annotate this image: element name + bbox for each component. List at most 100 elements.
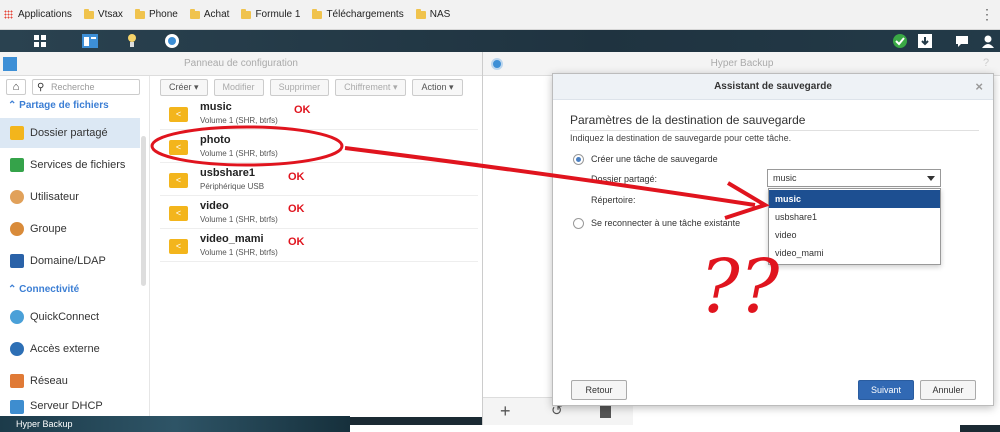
label-reconnect-task: Se reconnecter à une tâche existante: [591, 218, 741, 228]
shared-folder-dropdown[interactable]: music: [767, 169, 941, 187]
hyper-backup-taskbar-icon[interactable]: [162, 32, 182, 50]
ok-annotation: OK: [288, 203, 305, 215]
wizard-heading: Paramètres de la destination de sauvegar…: [570, 113, 979, 131]
sidebar-item-quickconnect[interactable]: QuickConnect: [0, 302, 140, 332]
user-account-icon[interactable]: [978, 32, 998, 50]
search-input[interactable]: ⚲ Recherche: [32, 79, 140, 95]
sidebar-item-dossier-partage[interactable]: Dossier partagé: [0, 118, 140, 148]
log-icon[interactable]: [600, 404, 611, 418]
section-file-sharing[interactable]: ⌃ Partage de fichiers: [8, 100, 109, 111]
modify-button[interactable]: Modifier: [213, 78, 264, 96]
folder-row-photo[interactable]: < photo Volume 1 (SHR, btrfs): [160, 131, 478, 163]
folder-icon: [415, 8, 426, 19]
bookmarks-bar: Applications Vtsax Phone Achat Formule 1…: [0, 0, 1000, 30]
chevron-down-icon: [927, 176, 935, 181]
file-services-icon: [10, 158, 24, 172]
sidebar-item-dhcp[interactable]: Serveur DHCP: [0, 398, 140, 417]
section-connectivity[interactable]: ⌃ Connectivité: [8, 284, 79, 295]
back-button[interactable]: Retour: [571, 380, 627, 400]
add-icon[interactable]: +: [500, 401, 511, 422]
folder-icon: [312, 8, 323, 19]
encryption-button[interactable]: Chiffrement ▾: [335, 78, 407, 96]
delete-button[interactable]: Supprimer: [269, 78, 330, 96]
bookmark-nas[interactable]: NAS: [415, 8, 450, 20]
folder-icon: [189, 8, 200, 19]
control-panel-app-icon: [3, 57, 17, 71]
create-button[interactable]: Créer ▾: [160, 78, 208, 96]
sidebar: ⌂ ⚲ Recherche ⌃ Partage de fichiers Doss…: [0, 76, 150, 417]
close-icon[interactable]: ×: [975, 74, 983, 100]
search-icon: ⚲: [37, 82, 45, 93]
dhcp-icon: [10, 400, 24, 414]
dropdown-option-video[interactable]: video: [769, 226, 940, 244]
folder-icon: [241, 8, 252, 19]
label-shared-folder: Dossier partagé:: [591, 174, 658, 184]
bookmark-formule1[interactable]: Formule 1: [241, 8, 300, 20]
control-panel-taskbar-icon[interactable]: [80, 32, 100, 50]
desktop-corner: [960, 425, 1000, 432]
dsm-taskbar: [0, 30, 1000, 52]
radio-reconnect-task[interactable]: [573, 218, 584, 229]
label-create-task: Créer une tâche de sauvegarde: [591, 154, 718, 164]
bookmark-achat[interactable]: Achat: [189, 8, 229, 20]
folder-row-video[interactable]: < video Volume 1 (SHR, btrfs) OK: [160, 197, 478, 229]
hyper-backup-app-icon: [491, 58, 503, 70]
bookmark-apps[interactable]: Applications: [4, 9, 72, 20]
shared-folder-dropdown-list: music usbshare1 video video_mami: [768, 188, 941, 265]
folder-icon: [83, 8, 94, 19]
sidebar-item-acces-externe[interactable]: Accès externe: [0, 334, 140, 364]
user-icon: [10, 190, 24, 204]
more-bookmarks-icon[interactable]: ⋮: [980, 6, 994, 23]
network-icon: [10, 374, 24, 388]
apps-grid-icon: [4, 10, 13, 19]
help-icon[interactable]: ?: [983, 57, 989, 69]
main-menu-icon[interactable]: [30, 32, 50, 50]
folder-row-music[interactable]: < music Volume 1 (SHR, btrfs) OK: [160, 98, 478, 130]
domain-icon: [10, 254, 24, 268]
chat-icon[interactable]: [952, 32, 972, 50]
bookmark-telechargements[interactable]: Téléchargements: [312, 8, 404, 20]
folder-row-video-mami[interactable]: < video_mami Volume 1 (SHR, btrfs) OK: [160, 230, 478, 262]
folder-toolbar: Créer ▾ Modifier Supprimer Chiffrement ▾…: [160, 76, 478, 98]
info-center-icon[interactable]: [122, 32, 142, 50]
ok-annotation: OK: [288, 236, 305, 248]
dropdown-option-music[interactable]: music: [769, 190, 940, 208]
shared-folder-icon: <: [169, 173, 188, 188]
dropdown-option-video-mami[interactable]: video_mami: [769, 244, 940, 262]
shared-folder-icon: [10, 126, 24, 140]
sidebar-item-reseau[interactable]: Réseau: [0, 366, 140, 396]
cancel-button[interactable]: Annuler: [920, 380, 976, 400]
status-ok-icon[interactable]: [890, 32, 910, 50]
ok-annotation: OK: [294, 104, 311, 116]
label-directory: Répertoire:: [591, 195, 636, 205]
next-button[interactable]: Suivant: [858, 380, 914, 400]
radio-create-task[interactable]: [573, 154, 584, 165]
shared-folder-icon: <: [169, 107, 188, 122]
home-button[interactable]: ⌂: [6, 79, 26, 95]
control-panel-window: Panneau de configuration ⌂ ⚲ Recherche ⌃…: [0, 52, 482, 417]
sidebar-item-utilisateur[interactable]: Utilisateur: [0, 182, 140, 212]
ok-annotation: OK: [288, 171, 305, 183]
shared-folder-icon: <: [169, 206, 188, 221]
sidebar-item-groupe[interactable]: Groupe: [0, 214, 140, 244]
sidebar-item-services-fichiers[interactable]: Services de fichiers: [0, 150, 140, 180]
folder-icon: [134, 8, 145, 19]
bookmark-vtsax[interactable]: Vtsax: [83, 8, 123, 20]
desktop-taskbar-item[interactable]: Hyper Backup: [0, 416, 350, 432]
bookmark-phone[interactable]: Phone: [134, 8, 178, 20]
sidebar-item-domaine-ldap[interactable]: Domaine/LDAP: [0, 246, 140, 276]
wizard-description: Indiquez la destination de sauvegarde po…: [570, 133, 792, 143]
quickconnect-icon: [10, 310, 24, 324]
wizard-title: Assistant de sauvegarde ×: [553, 74, 993, 100]
shared-folder-icon: <: [169, 239, 188, 254]
group-icon: [10, 222, 24, 236]
desktop-background: [350, 425, 960, 432]
control-panel-title: Panneau de configuration: [0, 52, 482, 76]
shared-folder-icon: <: [169, 140, 188, 155]
action-button[interactable]: Action ▾: [412, 78, 463, 96]
folder-row-usbshare1[interactable]: < usbshare1 Périphérique USB OK: [160, 164, 478, 196]
sidebar-scrollbar[interactable]: [141, 136, 146, 286]
download-icon[interactable]: [915, 32, 935, 50]
external-access-icon: [10, 342, 24, 356]
dropdown-option-usbshare1[interactable]: usbshare1: [769, 208, 940, 226]
